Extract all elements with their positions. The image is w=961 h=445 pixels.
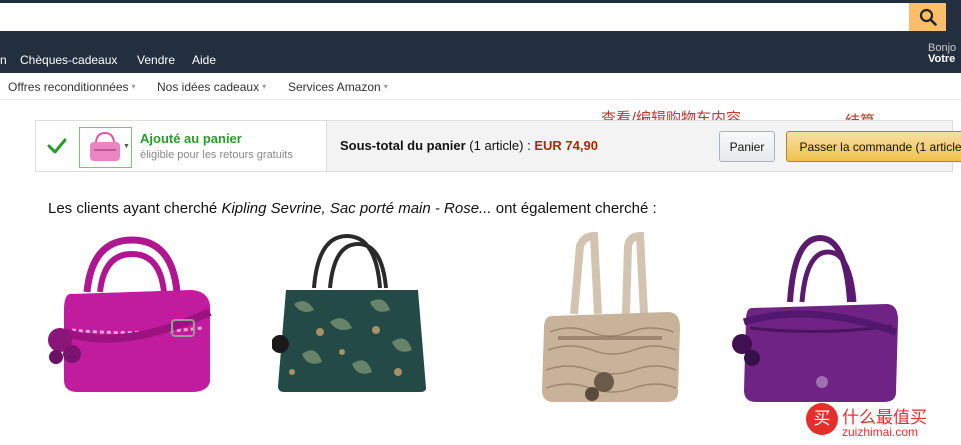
caret-down-icon: ▾ <box>131 82 136 91</box>
patterned-tote-image <box>272 233 426 392</box>
chevron-down-icon: ▼ <box>123 143 130 150</box>
topbar-edge <box>946 0 961 32</box>
subnav-refurbished[interactable]: Offres reconditionnées ▾ <box>8 80 136 94</box>
subnav-amazon-services[interactable]: Services Amazon ▾ <box>288 80 388 94</box>
checkout-button[interactable]: Passer la commande (1 article) <box>786 131 961 162</box>
subnav-gift-ideas[interactable]: Nos idées cadeaux ▾ <box>157 80 266 94</box>
recommendations-heading: Les clients ayant cherché Kipling Sevrin… <box>48 200 657 217</box>
view-cart-button[interactable]: Panier <box>719 131 775 162</box>
added-to-cart-title: Ajouté au panier <box>140 131 242 146</box>
heading-suffix: ont également cherché : <box>495 200 657 217</box>
snakeskin-bag-image <box>542 232 680 402</box>
caret-down-icon: ▾ <box>262 82 267 91</box>
subtotal-label: Sous-total du panier <box>340 138 466 153</box>
pink-handbag-image <box>48 236 212 392</box>
main-nav: n Chèques-cadeaux Vendre Aide Bonjo Votr… <box>0 32 961 73</box>
nav-link-truncated[interactable]: n <box>0 53 7 67</box>
subtotal-price: EUR 74,90 <box>534 138 598 153</box>
purple-handbag-image <box>732 234 898 402</box>
heading-prefix: Les clients ayant cherché <box>48 200 218 217</box>
product-purple-handbag[interactable] <box>730 232 908 402</box>
watermark-logo: 买 <box>806 403 838 435</box>
subnav-refurbished-label: Offres reconditionnées <box>8 80 129 94</box>
search-button[interactable] <box>909 3 946 31</box>
cart-confirmation: ▼ Ajouté au panier éligible pour les ret… <box>35 120 961 172</box>
product-patterned-tote[interactable] <box>272 232 432 392</box>
search-query-link[interactable]: Kipling Sevrine, Sac porté main - Rose..… <box>221 200 491 217</box>
cart-subtotal-panel: Sous-total du panier (1 article) : EUR 7… <box>327 121 961 171</box>
nav-link-sell[interactable]: Vendre <box>137 53 175 67</box>
nav-link-gift-cards[interactable]: Chèques-cadeaux <box>20 53 117 67</box>
top-bar <box>0 0 961 32</box>
account-link[interactable]: Votre <box>928 53 955 65</box>
product-pink-handbag[interactable] <box>42 232 220 392</box>
checkmark-icon <box>47 138 67 154</box>
product-snakeskin-bag[interactable] <box>530 232 690 402</box>
sub-nav: Offres reconditionnées ▾ Nos idées cadeau… <box>0 73 961 100</box>
added-to-cart-panel: ▼ Ajouté au panier éligible pour les ret… <box>36 121 327 171</box>
site-watermark: 买 什么最值买 zuizhimai.com <box>806 403 958 443</box>
search-icon <box>919 8 937 26</box>
subnav-gift-ideas-label: Nos idées cadeaux <box>157 80 260 94</box>
subtotal-count: (1 article) : <box>469 138 531 153</box>
cart-subtotal: Sous-total du panier (1 article) : EUR 7… <box>340 138 598 153</box>
free-returns-note: éligible pour les retours gratuits <box>140 149 293 161</box>
subnav-amazon-services-label: Services Amazon <box>288 80 381 94</box>
nav-link-help[interactable]: Aide <box>192 53 216 67</box>
caret-down-icon: ▾ <box>383 82 388 91</box>
watermark-url: zuizhimai.com <box>842 425 919 439</box>
search-input[interactable] <box>0 3 909 31</box>
